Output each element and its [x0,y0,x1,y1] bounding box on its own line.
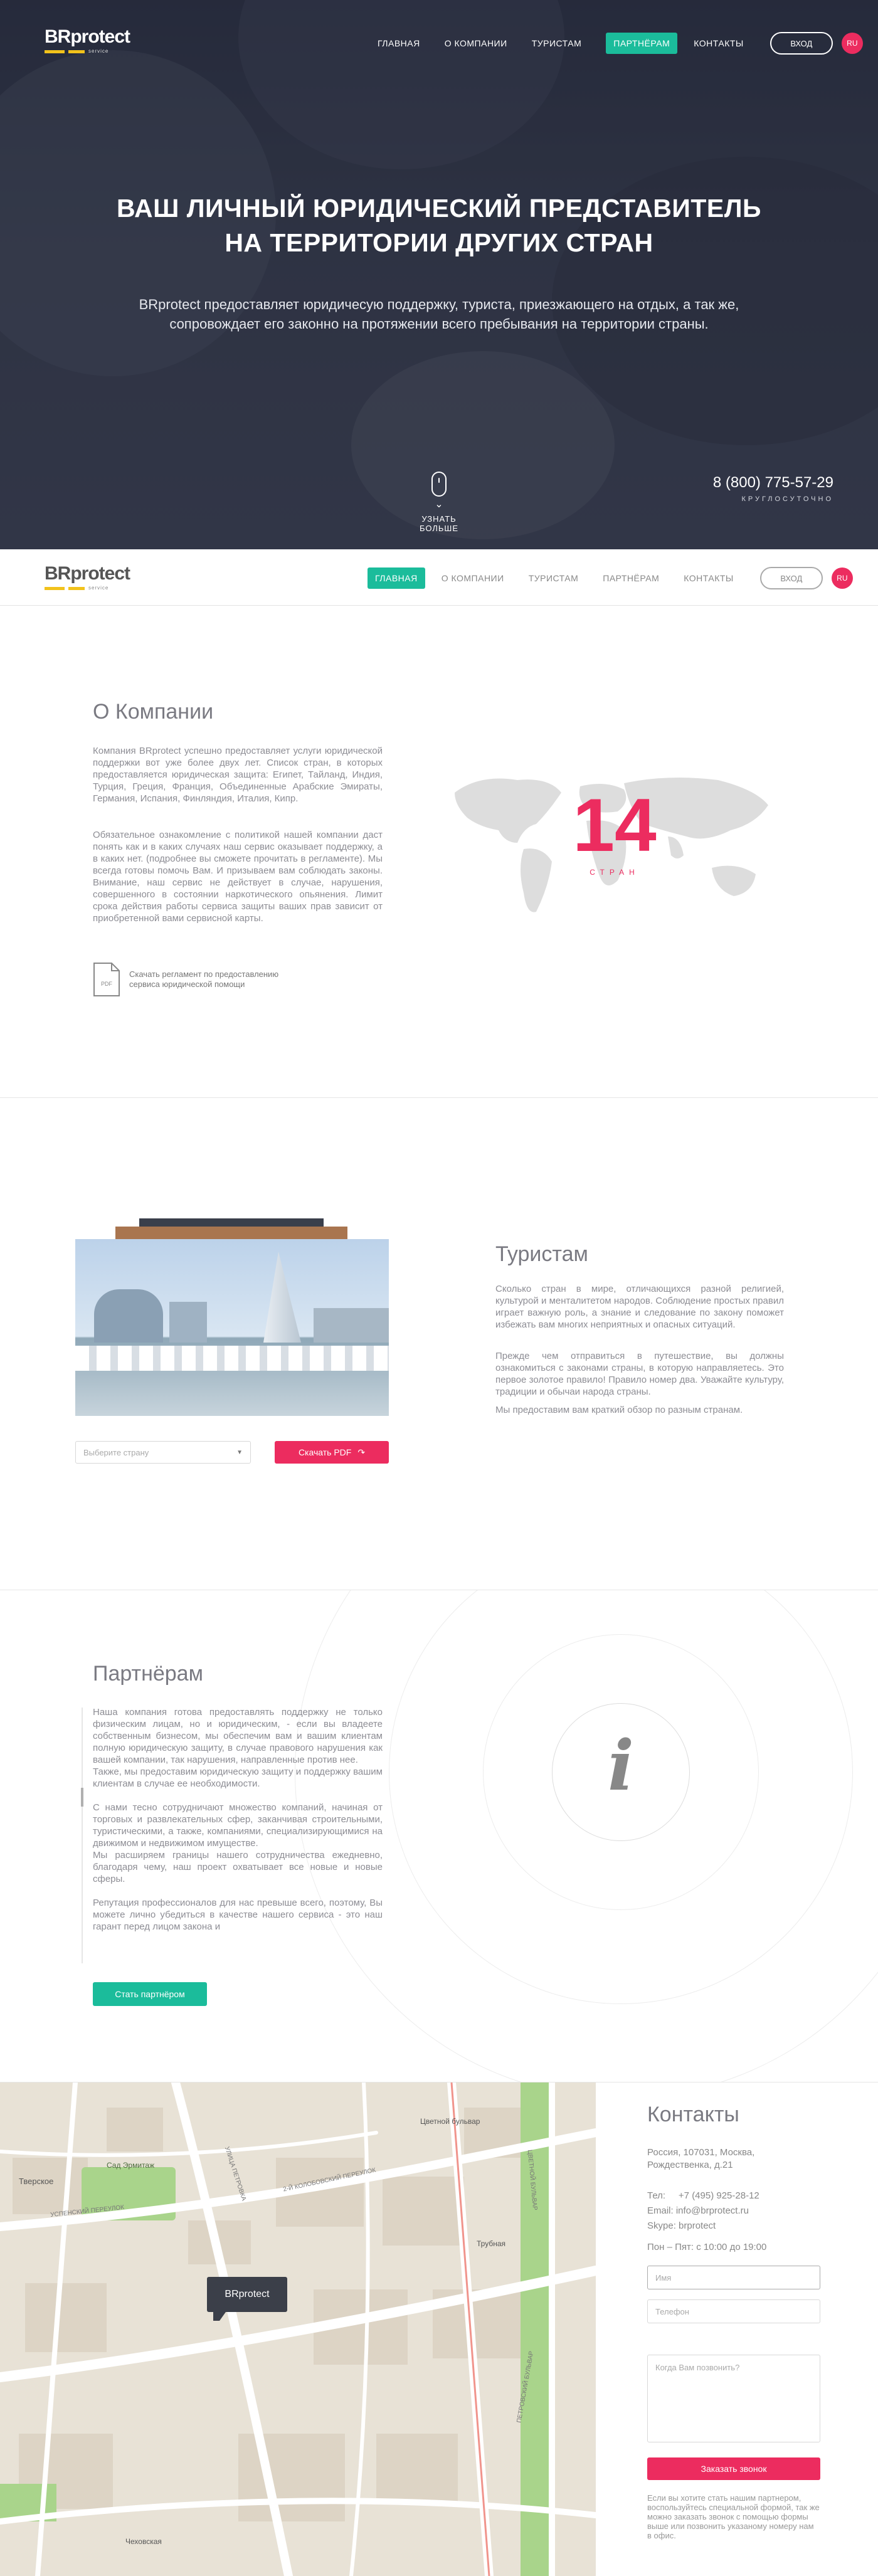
map[interactable]: Тверское Сад Эрмитаж Цветной бульвар Тру… [0,2082,596,2576]
learn-more-link[interactable]: ⌄ УЗНАТЬ БОЛЬШЕ [401,472,477,533]
tourists-text-3: Мы предоставим вам краткий обзор по разн… [495,1405,743,1415]
contacts-note: Если вы хотите стать нашим партнером, во… [647,2493,820,2540]
tourists-title: Туристам [495,1242,588,1266]
dropdown-arrow-icon: ▼ [236,1449,243,1456]
hero-section: BRprotect service ГЛАВНАЯ О КОМПАНИИ ТУР… [0,0,878,549]
pdf-download-icon: ↷ [357,1447,366,1457]
contacts-hours: Пон – Пят: с 10:00 до 19:00 [647,2242,767,2252]
sticky-language-switch[interactable]: RU [831,567,853,589]
nav-tourists[interactable]: ТУРИСТАМ [532,38,582,48]
learn-more-label: УЗНАТЬ БОЛЬШЕ [420,514,458,533]
contacts-address: Россия, 107031, Москва, Рождественка, д.… [647,2147,755,2170]
chevron-down-icon: ⌄ [435,499,443,510]
partners-text-1: Наша компания готова предоставлять подде… [93,1707,383,1765]
partners-text-box: Наша компания готова предоставлять подде… [93,1706,383,1963]
phone-hours: КРУГЛОСУТОЧНО [741,495,833,503]
contacts-title: Контакты [647,2103,739,2126]
tourists-text-2: Прежде чем отправиться в путешествие, вы… [495,1351,784,1397]
hero-lead: BRprotect предоставляет юридичесую подде… [139,297,739,332]
sticky-logo-text: BRprotect [45,563,130,584]
nav-home[interactable]: ГЛАВНАЯ [378,38,420,48]
download-pdf-button[interactable]: Скачать PDF ↷ [275,1441,389,1464]
about-text-2: Обязательное ознакомление с политикой на… [93,830,383,924]
sticky-login-button[interactable]: ВХОД [759,567,823,589]
hero-title-line2: НА ТЕРРИТОРИИ ДРУГИХ СТРАН [225,228,653,257]
country-select-placeholder: Выберите страну [83,1447,149,1457]
sticky-logo-subtext: service [88,585,109,591]
partners-text-3: С нами тесно сотрудничают множество комп… [93,1802,383,1849]
logo[interactable]: BRprotect service [45,26,132,58]
text-scrollbar-track[interactable] [81,1708,83,1963]
dubai-photo [75,1239,389,1416]
sticky-nav-contacts[interactable]: КОНТАКТЫ [684,573,734,583]
main-nav: ГЛАВНАЯ О КОМПАНИИ ТУРИСТАМ ПАРТНЁРАМ КО… [378,32,863,55]
pdf-link-line2: сервиса юридической помощи [129,979,245,989]
about-text-1: Компания BRprotect успешно предоставляет… [93,746,383,804]
contacts-panel: Контакты Россия, 107031, Москва, Рождест… [596,2082,878,2576]
call-time-textarea[interactable]: Когда Вам позвонить? [647,2355,820,2442]
phone-number[interactable]: 8 (800) 775-57-29 [713,474,833,492]
order-call-button[interactable]: Заказать звонок [647,2457,820,2480]
regulation-pdf-link[interactable]: PDF Скачать регламент по предоставлению … [93,962,278,997]
hero-phone: 8 (800) 775-57-29 КРУГЛОСУТОЧНО [713,474,833,503]
partners-text-2: Также, мы предоставим юридическую защиту… [93,1766,383,1789]
partners-text-5: Репутация профессионалов для нас превыше… [93,1898,383,1932]
partners-title: Партнёрам [93,1662,203,1686]
map-label-tsvetnoy: Цветной бульвар [420,2117,480,2126]
partners-section: i Партнёрам Наша компания готова предост… [0,1590,878,2082]
about-section: О Компании Компания BRprotect успешно пр… [0,606,878,1098]
sticky-header: BRprotect service ГЛАВНАЯ О КОМПАНИИ ТУР… [0,549,878,606]
map-marker[interactable]: BRprotect [207,2277,287,2312]
countries-label: СТРАН [590,868,640,877]
nav-contacts[interactable]: КОНТАКТЫ [694,38,744,48]
sticky-nav-about[interactable]: О КОМПАНИИ [442,573,504,583]
tourists-text-1: Сколько стран в мире, отличающихся разно… [495,1284,784,1330]
countries-count: 14 [573,783,657,867]
contacts-tel[interactable]: Тел: +7 (495) 925-28-12 [647,2190,759,2201]
photo-stack-middle [115,1227,347,1239]
pdf-link-line1: Скачать регламент по предоставлению [129,969,279,979]
logo-text: BRprotect [45,26,130,47]
logo-subtext: service [88,48,109,54]
phone-input[interactable]: Телефон [647,2299,820,2323]
sticky-nav-tourists[interactable]: ТУРИСТАМ [529,573,579,583]
hero-title-line1: ВАШ ЛИЧНЫЙ ЮРИДИЧЕСКИЙ ПРЕДСТАВИТЕЛЬ [116,194,762,223]
sticky-nav: ГЛАВНАЯ О КОМПАНИИ ТУРИСТАМ ПАРТНЁРАМ КО… [368,567,853,589]
map-marker-pointer [213,2312,226,2321]
map-label-chekhovskaya: Чеховская [125,2537,162,2546]
map-label-trubnaya: Трубная [477,2239,506,2248]
nav-about[interactable]: О КОМПАНИИ [445,38,507,48]
map-label-hermitage: Сад Эрмитаж [107,2161,155,2170]
sticky-logo[interactable]: BRprotect service [45,563,132,594]
language-switch[interactable]: RU [841,33,863,54]
mouse-icon [431,472,447,497]
sticky-nav-partners[interactable]: ПАРТНЁРАМ [603,573,659,583]
svg-text:PDF: PDF [101,981,113,987]
download-pdf-label: Скачать PDF [298,1447,352,1457]
info-icon: i [608,1725,634,1806]
become-partner-button[interactable]: Стать партнёром [93,1982,207,2006]
login-button[interactable]: ВХОД [770,32,833,55]
contacts-skype[interactable]: Skype: brprotect [647,2220,716,2231]
name-input[interactable]: Имя [647,2266,820,2289]
text-scrollbar-thumb[interactable] [81,1788,83,1807]
pdf-file-icon: PDF [93,963,120,996]
hero-title: ВАШ ЛИЧНЫЙ ЮРИДИЧЕСКИЙ ПРЕДСТАВИТЕЛЬ НА … [0,191,878,260]
sticky-nav-home[interactable]: ГЛАВНАЯ [368,567,425,589]
nav-partners[interactable]: ПАРТНЁРАМ [606,33,678,54]
tourists-section: Выберите страну ▼ Скачать PDF ↷ Туристам… [0,1098,878,1590]
partners-text-4: Мы расширяем границы нашего сотрудничест… [93,1850,383,1884]
about-title: О Компании [93,700,214,724]
map-label-tverskoe: Тверское [19,2177,54,2186]
country-select[interactable]: Выберите страну ▼ [75,1441,251,1464]
contacts-section: Тверское Сад Эрмитаж Цветной бульвар Тру… [0,2082,878,2576]
contacts-email[interactable]: Email: info@brprotect.ru [647,2205,749,2216]
